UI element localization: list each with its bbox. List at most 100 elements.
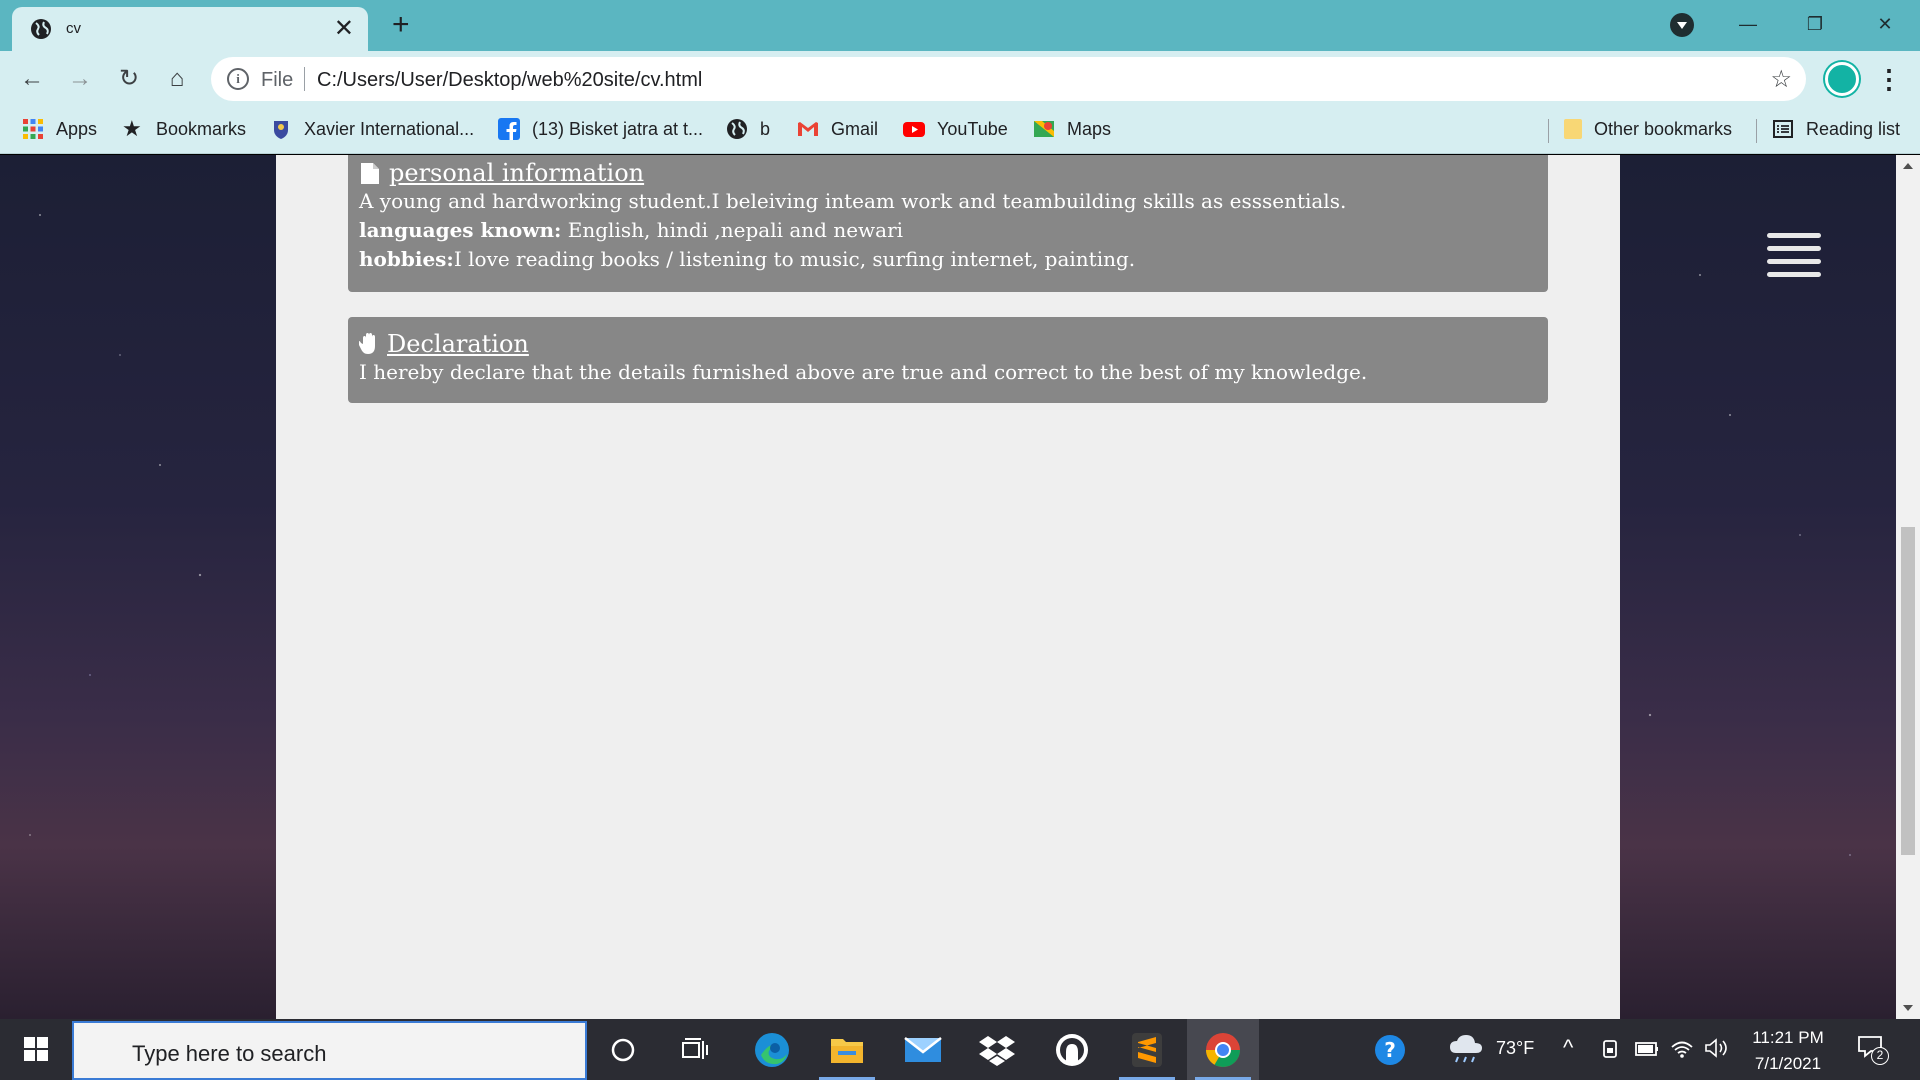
personal-information-heading[interactable]: personal information	[389, 159, 644, 187]
bookmark-label: b	[760, 118, 771, 139]
search-placeholder: Type here to search	[132, 1041, 327, 1066]
weather-temperature[interactable]: 73°F	[1496, 1038, 1534, 1059]
tab-cv[interactable]: cv ✕	[12, 7, 368, 51]
browser-toolbar: ← → ↻ ⌂ i File C:/Users/User/Desktop/web…	[0, 51, 1920, 107]
bookmark-label: Bookmarks	[156, 118, 247, 139]
youtube-icon	[903, 122, 925, 137]
personal-details-list: languages known: English, hindi ,nepali …	[359, 216, 1537, 274]
bookmark-gmail[interactable]: Gmail	[797, 107, 878, 151]
bookmark-label: Maps	[1067, 118, 1112, 139]
forward-icon[interactable]: →	[64, 63, 96, 95]
github-octocat-icon	[1056, 1033, 1088, 1066]
list-item: hobbies:I love reading books / listening…	[359, 245, 1537, 274]
omnibox-divider	[304, 67, 305, 91]
bookmark-label: Gmail	[831, 118, 879, 139]
bookmark-star-icon[interactable]: ☆	[1770, 65, 1792, 94]
cortana-button[interactable]	[587, 1019, 659, 1080]
minimize-button[interactable]: —	[1723, 4, 1773, 44]
bookmark-facebook[interactable]: (13) Bisket jatra at t...	[498, 107, 703, 151]
scroll-down-arrow-icon[interactable]	[1903, 1005, 1913, 1011]
url-text[interactable]: C:/Users/User/Desktop/web%20site/cv.html	[317, 69, 702, 92]
scroll-up-arrow-icon[interactable]	[1903, 163, 1913, 169]
windows-taskbar: Type here to search ? 73°F ^ 11:21 PM 7/…	[0, 1019, 1920, 1080]
clock-date: 7/1/2021	[1754, 1054, 1822, 1073]
more-menu-icon[interactable]: ⋮	[1876, 59, 1902, 99]
address-bar[interactable]: i File C:/Users/User/Desktop/web%20site/…	[211, 57, 1806, 101]
profile-avatar[interactable]	[1825, 62, 1859, 96]
file-explorer-app[interactable]	[811, 1019, 883, 1080]
home-icon[interactable]: ⌂	[161, 63, 193, 95]
chevron-up-icon[interactable]: ^	[1563, 1035, 1573, 1061]
windows-logo-icon	[24, 1037, 48, 1061]
dropbox-icon	[979, 1035, 1015, 1066]
scheme-label: File	[261, 69, 294, 91]
mail-icon	[904, 1036, 942, 1062]
maps-icon	[1034, 121, 1054, 137]
page-scrollbar[interactable]	[1896, 155, 1920, 1019]
bookmarks-bar: Apps ★ Bookmarks Xavier International...…	[0, 107, 1920, 154]
action-center-button[interactable]: 2	[1857, 1035, 1889, 1065]
github-app[interactable]	[1036, 1019, 1108, 1080]
new-tab-button[interactable]: +	[392, 8, 410, 42]
back-icon[interactable]: ←	[16, 63, 48, 95]
bookmarks-divider	[1548, 119, 1549, 143]
bookmark-label: Reading list	[1806, 118, 1901, 139]
personal-information-section: personal information A young and hardwor…	[348, 155, 1548, 292]
wifi-icon[interactable]	[1670, 1037, 1694, 1059]
reload-icon[interactable]: ↻	[113, 63, 145, 95]
site-info-icon[interactable]: i	[227, 68, 249, 90]
volume-icon[interactable]	[1704, 1037, 1730, 1059]
globe-icon	[31, 19, 51, 39]
start-button[interactable]	[0, 1019, 72, 1080]
scrollbar-thumb[interactable]	[1901, 527, 1915, 855]
meet-now-icon[interactable]	[1601, 1039, 1619, 1059]
section-heading: personal information	[359, 159, 1537, 187]
svg-text:?: ?	[1384, 1038, 1396, 1062]
tab-title: cv	[66, 20, 81, 37]
mail-app[interactable]	[887, 1019, 959, 1080]
taskbar-search-input[interactable]: Type here to search	[72, 1021, 587, 1080]
help-icon[interactable]: ?	[1374, 1034, 1406, 1066]
bookmark-bookmarks[interactable]: ★ Bookmarks	[122, 107, 246, 151]
bookmark-label: Xavier International...	[304, 118, 475, 139]
bookmark-youtube[interactable]: YouTube	[903, 107, 1008, 151]
chrome-app[interactable]	[1187, 1019, 1259, 1080]
bookmark-b[interactable]: b	[726, 107, 770, 151]
system-clock[interactable]: 11:21 PM 7/1/2021	[1748, 1025, 1828, 1077]
globe-icon	[727, 119, 747, 139]
declaration-text: I hereby declare that the details furnis…	[359, 360, 1368, 384]
close-window-button[interactable]: ✕	[1860, 4, 1910, 44]
task-view-button[interactable]	[659, 1019, 731, 1080]
bookmark-label: YouTube	[937, 118, 1008, 139]
facebook-icon	[498, 118, 520, 140]
languages-value: English, hindi ,nepali and newari	[561, 218, 904, 242]
reading-list-button[interactable]: Reading list	[1772, 107, 1900, 151]
tab-search-button[interactable]	[1670, 13, 1694, 37]
bookmark-other[interactable]: Other bookmarks	[1564, 107, 1732, 151]
school-crest-icon	[274, 121, 288, 139]
restore-button[interactable]: ❐	[1790, 4, 1840, 44]
hand-icon	[359, 333, 375, 354]
task-view-icon	[682, 1037, 708, 1059]
declaration-heading[interactable]: Declaration	[387, 330, 529, 358]
languages-label: languages known:	[359, 218, 562, 242]
document-icon	[361, 163, 379, 184]
battery-icon[interactable]	[1635, 1041, 1659, 1057]
bookmark-xavier[interactable]: Xavier International...	[270, 107, 474, 151]
close-tab-button[interactable]: ✕	[334, 15, 354, 43]
page-viewport: personal information A young and hardwor…	[0, 155, 1896, 1019]
edge-icon	[755, 1032, 789, 1067]
edge-app[interactable]	[736, 1019, 808, 1080]
hamburger-menu-icon[interactable]	[1767, 233, 1821, 277]
bookmark-maps[interactable]: Maps	[1033, 107, 1111, 151]
gmail-icon	[798, 122, 818, 136]
cortana-circle-icon	[611, 1038, 635, 1061]
declaration-section: Declaration I hereby declare that the de…	[348, 317, 1548, 403]
hobbies-value: I love reading books / listening to musi…	[453, 247, 1136, 271]
bookmark-label: (13) Bisket jatra at t...	[532, 118, 704, 139]
list-item: languages known: English, hindi ,nepali …	[359, 216, 1537, 245]
dropbox-app[interactable]	[961, 1019, 1033, 1080]
clock-time: 11:21 PM	[1752, 1028, 1824, 1047]
bookmark-apps[interactable]: Apps	[22, 107, 97, 151]
sublime-text-app[interactable]	[1111, 1019, 1183, 1080]
